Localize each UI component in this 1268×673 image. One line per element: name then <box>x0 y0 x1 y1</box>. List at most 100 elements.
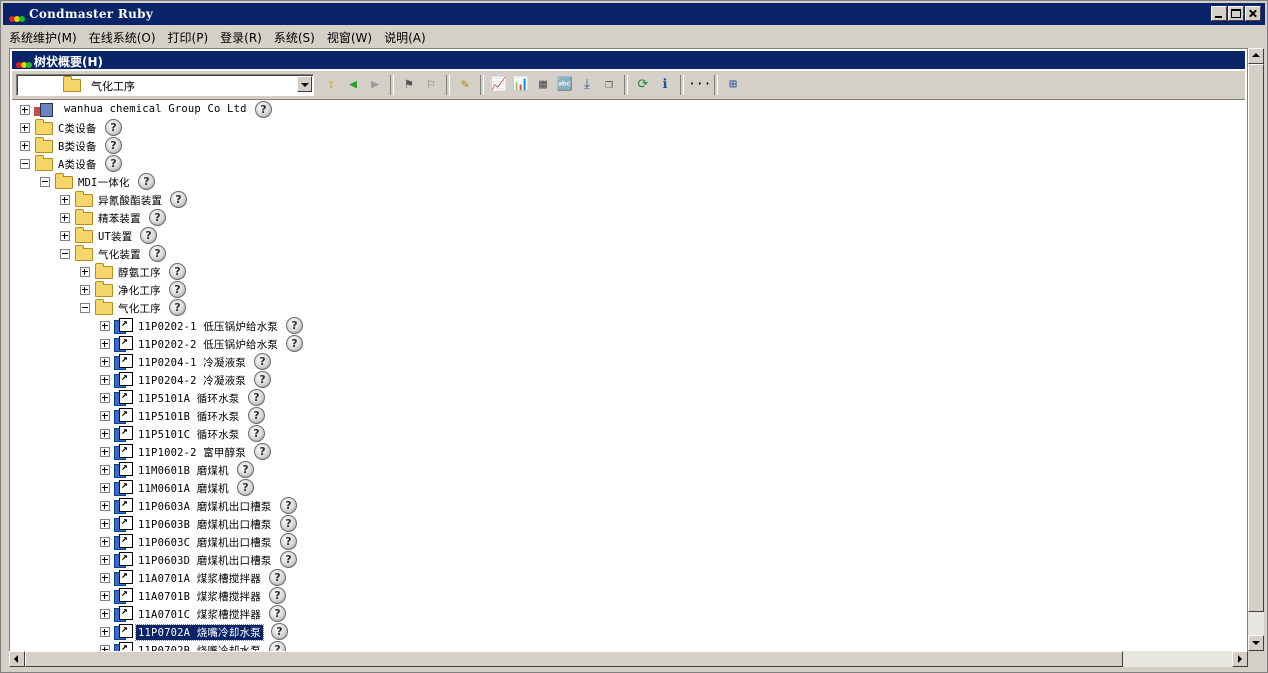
tree-node-label[interactable]: 精苯装置 <box>98 211 141 226</box>
expand-icon[interactable] <box>100 429 110 439</box>
more-button[interactable]: ··· <box>688 74 711 96</box>
tree-node-label[interactable]: A类设备 <box>58 157 97 172</box>
menu-item-5[interactable]: 视窗(W) <box>321 26 378 46</box>
path-combobox[interactable]: 气化工序 <box>16 74 314 96</box>
abc-button[interactable]: 🔤 <box>554 74 576 96</box>
expand-icon[interactable] <box>60 213 70 223</box>
tree-node[interactable]: 11P5101B 循环水泵? <box>12 406 1212 425</box>
expand-icon[interactable] <box>100 321 110 331</box>
copy-window-button[interactable]: ❐ <box>598 74 620 96</box>
tree-node-label[interactable]: 11P0603D 磨煤机出口槽泵 <box>138 553 272 568</box>
tree-node-label[interactable]: B类设备 <box>58 139 97 154</box>
tree-node-label[interactable]: 11P5101A 循环水泵 <box>138 391 240 406</box>
tree-node[interactable]: 11P5101C 循环水泵? <box>12 424 1212 443</box>
trend-button[interactable]: 📈 <box>488 74 510 96</box>
tree-node[interactable]: 11A0701A 煤浆槽搅拌器? <box>12 568 1212 587</box>
expand-icon[interactable] <box>100 591 110 601</box>
tree-node-label[interactable]: 11M0601A 磨煤机 <box>138 481 229 496</box>
expand-icon[interactable] <box>100 357 110 367</box>
expand-icon[interactable] <box>100 519 110 529</box>
horizontal-scroll-thumb[interactable] <box>25 651 1123 667</box>
menu-item-3[interactable]: 登录(R) <box>214 26 268 46</box>
tree-node-label[interactable]: 11P1002-2 富甲醇泵 <box>138 445 246 460</box>
scroll-right-button[interactable] <box>1232 651 1248 667</box>
tree-node[interactable]: 11P0702B 烧嘴冷却水泵? <box>12 640 1212 651</box>
tree-node[interactable]: MDI一体化? <box>12 173 1212 191</box>
expand-icon[interactable] <box>100 411 110 421</box>
tree-node[interactable]: 11A0701B 煤浆槽搅拌器? <box>12 586 1212 605</box>
size-grip[interactable] <box>1248 651 1264 667</box>
tree-node-label[interactable]: 11P0603B 磨煤机出口槽泵 <box>138 517 272 532</box>
menu-item-4[interactable]: 系统(S) <box>268 26 321 46</box>
tree-node[interactable]: 11P0603C 磨煤机出口槽泵? <box>12 532 1212 551</box>
refresh-button[interactable]: ⟳ <box>632 74 654 96</box>
tree-node[interactable]: 11P0702A 烧嘴冷却水泵? <box>12 622 1212 641</box>
expand-icon[interactable] <box>60 195 70 205</box>
tree-node-label[interactable]: 11P0702A 烧嘴冷却水泵 <box>135 624 264 641</box>
collapse-icon[interactable] <box>40 177 50 187</box>
tree-node-label[interactable]: 11P0202-1 低压锅炉给水泵 <box>138 319 278 334</box>
tree-node[interactable]: 11P0202-1 低压锅炉给水泵? <box>12 316 1212 335</box>
expand-icon[interactable] <box>100 573 110 583</box>
collapse-icon[interactable] <box>60 249 70 259</box>
title-bar[interactable]: Condmaster Ruby <box>3 3 1265 25</box>
flag-list-button[interactable]: ⚐ <box>420 74 442 96</box>
vertical-scroll-thumb[interactable] <box>1248 64 1264 612</box>
minimize-button[interactable] <box>1211 6 1227 21</box>
tree-node[interactable]: 11P0603A 磨煤机出口槽泵? <box>12 496 1212 515</box>
forward-button[interactable]: ▶ <box>364 74 386 96</box>
tree-node[interactable]: 醇氨工序? <box>12 263 1212 281</box>
menu-item-6[interactable]: 说明(A) <box>378 26 432 46</box>
calculator-button[interactable]: ▦ <box>532 74 554 96</box>
tree-node-label[interactable]: 11P0204-1 冷凝液泵 <box>138 355 246 370</box>
expand-icon[interactable] <box>100 465 110 475</box>
tree-node[interactable]: 气化工序? <box>12 299 1212 317</box>
download-chart-button[interactable]: ⤓ <box>576 74 598 96</box>
tree-node[interactable]: 气化装置? <box>12 245 1212 263</box>
menu-item-0[interactable]: 系统维护(M) <box>3 26 83 46</box>
tree-node-label[interactable]: 11A0701C 煤浆槽搅拌器 <box>138 607 261 622</box>
collapse-icon[interactable] <box>80 303 90 313</box>
menu-item-1[interactable]: 在线系统(O) <box>83 26 162 46</box>
expand-icon[interactable] <box>60 231 70 241</box>
menu-item-2[interactable]: 打印(P) <box>162 26 215 46</box>
tree-node-label[interactable]: 11P0202-2 低压锅炉给水泵 <box>138 337 278 352</box>
expand-icon[interactable] <box>100 555 110 565</box>
tree-node-label[interactable]: 11P5101B 循环水泵 <box>138 409 240 424</box>
tree-node-label[interactable]: 异氰酸酯装置 <box>98 193 162 208</box>
flag-button[interactable]: ⚑ <box>398 74 420 96</box>
tree-node-label[interactable]: 11P0702B 烧嘴冷却水泵 <box>138 643 261 651</box>
tree-node-label[interactable]: 气化工序 <box>118 301 161 316</box>
expand-icon[interactable] <box>100 393 110 403</box>
scroll-down-button[interactable] <box>1248 635 1264 651</box>
tree-node-label[interactable]: 11P0603A 磨煤机出口槽泵 <box>138 499 272 514</box>
tree-node[interactable]: wanhua chemical Group Co Ltd? <box>12 101 1212 119</box>
info-button[interactable]: ℹ <box>654 74 676 96</box>
tree-node[interactable]: 11M0601A 磨煤机? <box>12 478 1212 497</box>
expand-icon[interactable] <box>100 339 110 349</box>
vertical-scrollbar[interactable] <box>1248 48 1264 651</box>
edit-button[interactable]: ✎ <box>454 74 476 96</box>
expand-icon[interactable] <box>80 267 90 277</box>
tree-node[interactable]: 11P0204-1 冷凝液泵? <box>12 352 1212 371</box>
tree-node-label[interactable]: UT装置 <box>98 229 132 244</box>
tree-node[interactable]: UT装置? <box>12 227 1212 245</box>
scroll-left-button[interactable] <box>9 651 25 667</box>
tree-node-label[interactable]: 11P5101C 循环水泵 <box>138 427 240 442</box>
tree-node-label[interactable]: 11A0701B 煤浆槽搅拌器 <box>138 589 261 604</box>
tree-node[interactable]: 11A0701C 煤浆槽搅拌器? <box>12 604 1212 623</box>
dropdown-arrow-button[interactable] <box>297 76 312 92</box>
expand-icon[interactable] <box>100 447 110 457</box>
tree-node[interactable]: 净化工序? <box>12 281 1212 299</box>
tree-node-label[interactable]: wanhua chemical Group Co Ltd <box>64 103 247 115</box>
close-button[interactable] <box>1245 6 1261 21</box>
expand-icon[interactable] <box>100 375 110 385</box>
tree-node[interactable]: 11P1002-2 富甲醇泵? <box>12 442 1212 461</box>
tree-node[interactable]: B类设备? <box>12 137 1212 155</box>
tree-node[interactable]: 11M0601B 磨煤机? <box>12 460 1212 479</box>
tree-node[interactable]: 11P0603D 磨煤机出口槽泵? <box>12 550 1212 569</box>
tree-view-button[interactable]: ⊞ <box>722 74 744 96</box>
tree-node-label[interactable]: 净化工序 <box>118 283 161 298</box>
expand-icon[interactable] <box>100 501 110 511</box>
tree-node[interactable]: 异氰酸酯装置? <box>12 191 1212 209</box>
